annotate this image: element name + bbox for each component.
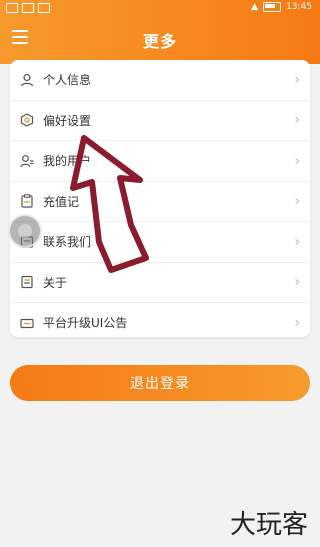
- list-item-label: 关于: [43, 275, 68, 290]
- notification-icon: [22, 3, 34, 13]
- notice-icon: [20, 318, 34, 328]
- list-item-about[interactable]: 关于 ›: [10, 263, 310, 303]
- battery-icon: [263, 2, 282, 12]
- list-item-profile[interactable]: 个人信息 ›: [10, 60, 310, 101]
- settings-hex-icon: [20, 113, 34, 127]
- floating-touch-button[interactable]: [8, 214, 42, 248]
- app-header: ▲ 13:45 更多: [0, 0, 320, 64]
- list-item-label: 偏好设置: [43, 113, 92, 128]
- status-time: 13:45: [286, 2, 312, 12]
- chevron-right-icon: ›: [294, 152, 300, 169]
- list-item-recharge[interactable]: 充值记 ›: [10, 182, 310, 222]
- user-icon: [20, 73, 34, 87]
- wifi-icon: ▲: [251, 2, 259, 12]
- logout-button[interactable]: 退出登录: [10, 365, 310, 401]
- status-bar: ▲ 13:45: [0, 0, 320, 16]
- settings-list: 个人信息 › 偏好设置 › 我的用户 › 充值记 › 联系我们 › 关于 › 平…: [10, 60, 310, 337]
- list-item-upgrade-notice[interactable]: 平台升级UI公告 ›: [10, 303, 310, 343]
- watermark-text: 大玩客: [229, 510, 308, 540]
- users-icon: [20, 154, 34, 167]
- about-icon: [21, 276, 33, 289]
- chevron-right-icon: ›: [294, 274, 300, 291]
- recharge-icon: [21, 194, 33, 208]
- status-right-icons: ▲ 13:45: [251, 2, 312, 12]
- list-item-contact[interactable]: 联系我们 ›: [10, 222, 310, 263]
- list-item-label: 个人信息: [43, 73, 92, 88]
- chevron-right-icon: ›: [294, 233, 300, 250]
- list-item-label: 平台升级UI公告: [43, 316, 128, 331]
- list-item-preferences[interactable]: 偏好设置 ›: [10, 101, 310, 141]
- status-left-icons: [6, 3, 50, 13]
- chevron-right-icon: ›: [294, 193, 300, 210]
- list-item-label: 联系我们: [43, 235, 92, 250]
- sim-icon: [6, 3, 18, 13]
- page-title: 更多: [142, 32, 177, 51]
- app-notification-icon: [38, 3, 50, 13]
- list-item-label: 我的用户: [43, 154, 92, 169]
- list-item-my-users[interactable]: 我的用户 ›: [10, 141, 310, 182]
- list-item-label: 充值记: [43, 194, 80, 209]
- chevron-right-icon: ›: [294, 112, 300, 129]
- chevron-right-icon: ›: [294, 314, 300, 331]
- chevron-right-icon: ›: [294, 71, 300, 88]
